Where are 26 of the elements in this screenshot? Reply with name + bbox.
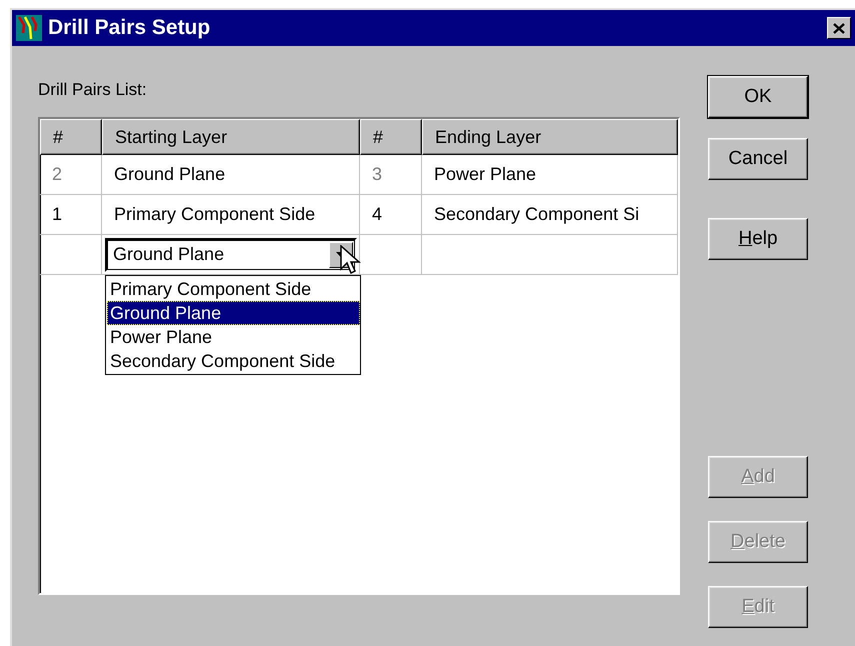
column-header[interactable]: #: [40, 119, 102, 155]
dropdown-value: Ground Plane: [113, 244, 226, 265]
dialog-button[interactable]: Cancel: [708, 138, 808, 180]
close-button[interactable]: [827, 17, 851, 39]
column-header[interactable]: #: [360, 119, 422, 155]
table-cell: 3: [360, 155, 422, 195]
table-cell: 1: [40, 195, 102, 235]
column-header[interactable]: Ending Layer: [422, 119, 678, 155]
table-cell: 2: [40, 155, 102, 195]
table-cell: Power Plane: [422, 155, 678, 195]
dropdown-option[interactable]: Ground Plane: [107, 301, 360, 325]
table-cell: Primary Component Side: [102, 195, 360, 235]
dropdown-option[interactable]: Secondary Component Side: [107, 349, 360, 373]
table-cell: Secondary Component Si: [422, 195, 678, 235]
window-title: Drill Pairs Setup: [48, 16, 212, 40]
close-icon: [833, 22, 845, 34]
table-cell: 4: [360, 195, 422, 235]
dialog-button[interactable]: Help: [708, 218, 808, 260]
list-label: Drill Pairs List:: [38, 80, 147, 100]
column-header[interactable]: Starting Layer: [102, 119, 360, 155]
dropdown-option[interactable]: Power Plane: [107, 325, 360, 349]
dialog-button[interactable]: OK: [708, 76, 808, 118]
table-cell: Ground Plane: [102, 155, 360, 195]
app-icon: [16, 15, 42, 41]
layer-dropdown[interactable]: Ground Plane: [105, 238, 357, 272]
dropdown-option[interactable]: Primary Component Side: [107, 277, 360, 301]
